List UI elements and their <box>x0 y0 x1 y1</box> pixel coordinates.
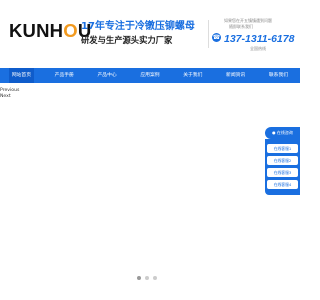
header-divider <box>208 20 209 48</box>
site-header: KUNHOU 17年专注于冷镦压铆螺母 研发与生产源头实力厂家 如果您在开五镇镇… <box>0 0 300 68</box>
slider-dot-2[interactable] <box>145 276 149 280</box>
main-nav: 网站首页 产品手册 产品中心 应用案例 关于我们 新闻资讯 联系我们 <box>0 68 300 83</box>
brand-logo[interactable]: KUNHOU <box>9 20 91 42</box>
nav-item-manual[interactable]: 产品手册 <box>52 68 77 83</box>
consult-button-4[interactable]: 在线客服4 <box>267 180 298 189</box>
contact-hint-line1: 如果您在开五镇镇遇到问题 <box>224 18 272 23</box>
online-consult-panel: ● 在线咨询 在线客服1 在线客服2 在线客服3 在线客服4 <box>265 127 300 195</box>
nav-item-news[interactable]: 新闻资讯 <box>223 68 248 83</box>
logo-prefix: KUNH <box>9 20 64 41</box>
nav-item-about[interactable]: 关于我们 <box>180 68 205 83</box>
slider-dots <box>137 276 157 280</box>
nav-item-cases[interactable]: 应用案例 <box>137 68 162 83</box>
consult-panel-title[interactable]: ● 在线咨询 <box>265 127 300 139</box>
nav-item-products[interactable]: 产品中心 <box>95 68 120 83</box>
banner-controls: Previous Next <box>0 88 19 100</box>
consult-panel-body: 在线客服1 在线客服2 在线客服3 在线客服4 <box>265 139 300 195</box>
chat-icon: ● <box>272 130 276 135</box>
slogan-sub: 研发与生产源头实力厂家 <box>81 35 173 45</box>
slogan-main: 17年专注于冷镦压铆螺母 <box>81 21 195 32</box>
phone-icon: ☎ <box>212 33 221 42</box>
consult-button-1[interactable]: 在线客服1 <box>267 144 298 153</box>
nav-item-contact[interactable]: 联系我们 <box>266 68 291 83</box>
consult-button-3[interactable]: 在线客服3 <box>267 168 298 177</box>
nav-item-home[interactable]: 网站首页 <box>8 68 35 83</box>
slider-dot-1[interactable] <box>137 276 141 280</box>
logo-accent: O <box>63 20 78 41</box>
banner-next-link[interactable]: Next <box>0 94 19 100</box>
hotline-number[interactable]: 137-1311-6178 <box>224 33 294 45</box>
slider-dot-3[interactable] <box>153 276 157 280</box>
consult-button-2[interactable]: 在线客服2 <box>267 156 298 165</box>
hotline-label: 全国热线 <box>250 46 266 51</box>
contact-hint-line2: 随即联系我们 <box>229 24 253 29</box>
consult-title-text: 在线咨询 <box>276 130 293 135</box>
